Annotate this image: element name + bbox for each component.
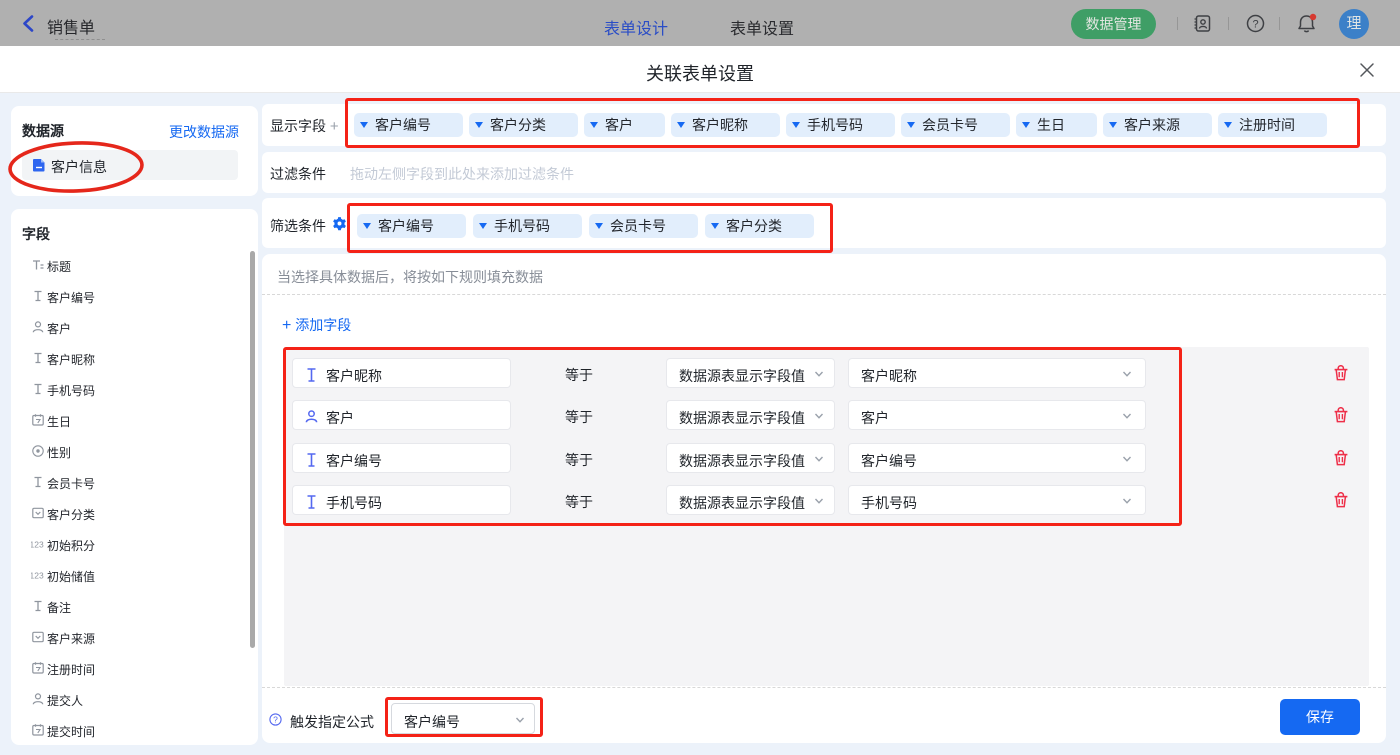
svg-text:?: ? [273,715,278,725]
svg-text:123: 123 [31,571,44,581]
svg-text:123: 123 [31,540,44,550]
svg-text:?: ? [1252,18,1258,30]
